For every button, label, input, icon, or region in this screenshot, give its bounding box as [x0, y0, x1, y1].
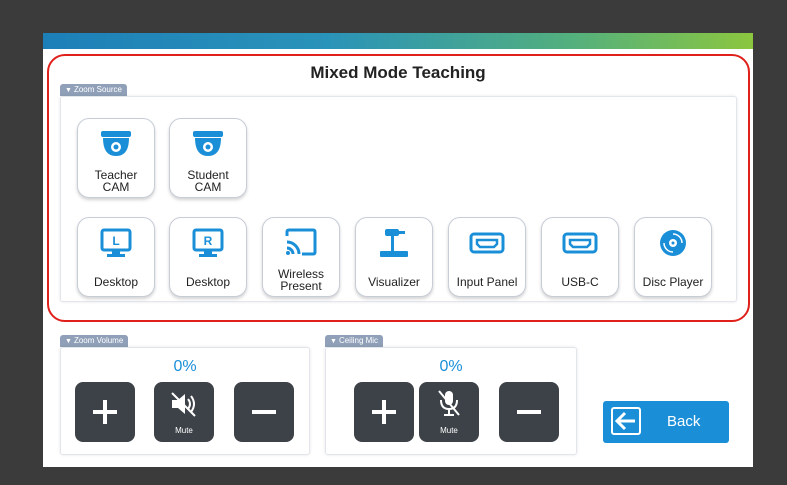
camera-icon	[170, 127, 246, 161]
zoom-volume-down-button[interactable]	[234, 382, 294, 442]
source-teacher-cam-button[interactable]: Teacher CAM	[77, 118, 155, 198]
back-label: Back	[667, 413, 701, 430]
cast-icon	[263, 226, 339, 260]
ceiling-mic-label: Ceiling Mic	[338, 336, 379, 345]
source-label-line1: Input Panel	[456, 275, 518, 289]
mute-label: Mute	[175, 426, 193, 435]
microphone-mute-icon	[438, 390, 460, 416]
source-label-line2: CAM	[194, 180, 222, 194]
ceiling-mic-up-button[interactable]	[354, 382, 414, 442]
back-arrow-icon	[611, 407, 641, 435]
camera-icon	[78, 127, 154, 161]
source-input-panel-button[interactable]: Input Panel	[448, 217, 526, 297]
source-desktop-left-button[interactable]: L Desktop	[77, 217, 155, 297]
back-button[interactable]: Back	[603, 401, 729, 443]
plus-icon	[372, 400, 396, 424]
source-label-line1: Visualizer	[368, 275, 420, 289]
source-label-line2: CAM	[102, 180, 130, 194]
source-desktop-right-button[interactable]: R Desktop	[169, 217, 247, 297]
collapse-triangle-icon: ▼	[65, 87, 72, 94]
hdmi-icon	[542, 226, 618, 260]
hdmi-icon	[449, 226, 525, 260]
ceiling-mic-tab: ▼ Ceiling Mic	[325, 335, 384, 347]
control-panel: Mixed Mode Teaching ▼ Zoom Source Teacher…	[43, 33, 753, 467]
mute-label: Mute	[440, 426, 458, 435]
zoom-volume-label: Zoom Volume	[73, 336, 124, 345]
zoom-source-tab: ▼ Zoom Source	[60, 84, 127, 96]
collapse-triangle-icon: ▼	[330, 338, 337, 345]
zoom-volume-group: 0% Mute	[60, 347, 310, 455]
zoom-volume-level: 0%	[173, 358, 197, 375]
source-label-line1: USB-C	[561, 275, 599, 289]
source-label-line1: Desktop	[185, 275, 231, 289]
disc-icon	[635, 226, 711, 260]
monitor-icon: L	[78, 226, 154, 260]
source-disc-player-button[interactable]: Disc Player	[634, 217, 712, 297]
monitor-letter: L	[112, 234, 119, 248]
header-gradient-bar	[43, 33, 753, 49]
source-visualizer-button[interactable]: Visualizer	[355, 217, 433, 297]
monitor-icon: R	[170, 226, 246, 260]
ceiling-mic-mute-button[interactable]: Mute	[419, 382, 479, 442]
monitor-letter: R	[204, 234, 213, 248]
zoom-volume-mute-button[interactable]: Mute	[154, 382, 214, 442]
source-label-line1: Desktop	[93, 275, 139, 289]
plus-icon	[93, 400, 117, 424]
zoom-volume-up-button[interactable]	[75, 382, 135, 442]
speaker-mute-icon	[171, 392, 196, 417]
ceiling-mic-level: 0%	[439, 358, 463, 375]
minus-icon	[517, 410, 541, 414]
ceiling-mic-group: 0% Mute	[325, 347, 577, 455]
collapse-triangle-icon: ▼	[65, 338, 72, 345]
source-label-line2: Present	[280, 279, 322, 293]
ceiling-mic-down-button[interactable]	[499, 382, 559, 442]
source-wireless-present-button[interactable]: Wireless Present	[262, 217, 340, 297]
document-camera-icon	[356, 226, 432, 260]
source-student-cam-button[interactable]: Student CAM	[169, 118, 247, 198]
zoom-volume-tab: ▼ Zoom Volume	[60, 335, 129, 347]
minus-icon	[252, 410, 276, 414]
source-usb-c-button[interactable]: USB-C	[541, 217, 619, 297]
zoom-source-label: Zoom Source	[73, 85, 122, 94]
source-label-line1: Disc Player	[642, 275, 704, 289]
